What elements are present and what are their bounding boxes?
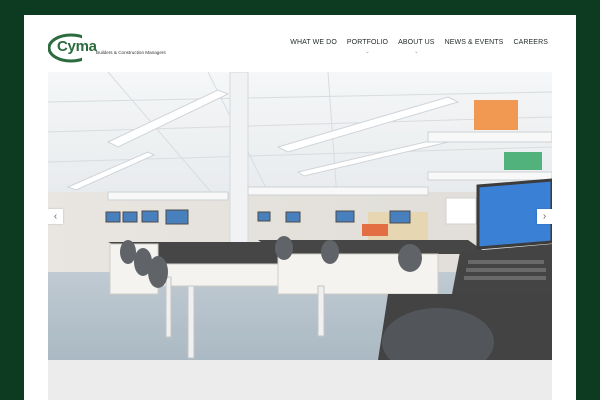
slider-next-button[interactable]: › (537, 209, 552, 224)
slider-prev-button[interactable]: ‹ (48, 209, 63, 224)
chevron-down-icon: ⌄ (365, 49, 370, 55)
content-strip (48, 360, 552, 400)
nav-careers[interactable]: CAREERS (513, 39, 548, 46)
hero-slider[interactable]: ‹ › (48, 72, 552, 360)
chevron-down-icon: ⌄ (414, 49, 419, 55)
nav-label: CAREERS (513, 39, 548, 46)
chevron-right-icon: › (542, 211, 547, 222)
chevron-left-icon: ‹ (53, 211, 58, 222)
nav-label: WHAT WE DO (290, 39, 337, 46)
nav-portfolio[interactable]: PORTFOLIO ⌄ (346, 39, 389, 55)
nav-label: NEWS & EVENTS (444, 39, 504, 46)
nav-news-events[interactable]: NEWS & EVENTS (445, 39, 504, 46)
nav-about-us[interactable]: ABOUT US ⌄ (398, 39, 435, 55)
nav-label: ABOUT US (398, 39, 435, 46)
nav-label: PORTFOLIO (346, 39, 389, 46)
brand-tagline: Builders & Construction Managers (96, 50, 166, 55)
page-frame: Cyma Builders & Construction Managers WH… (24, 15, 576, 400)
logo[interactable]: Cyma Builders & Construction Managers (48, 33, 168, 63)
hero-image (48, 72, 552, 360)
nav-what-we-do[interactable]: WHAT WE DO (290, 39, 337, 46)
main-nav: WHAT WE DO PORTFOLIO ⌄ ABOUT US ⌄ NEWS & E… (290, 39, 548, 55)
brand-name: Cyma (57, 38, 97, 55)
